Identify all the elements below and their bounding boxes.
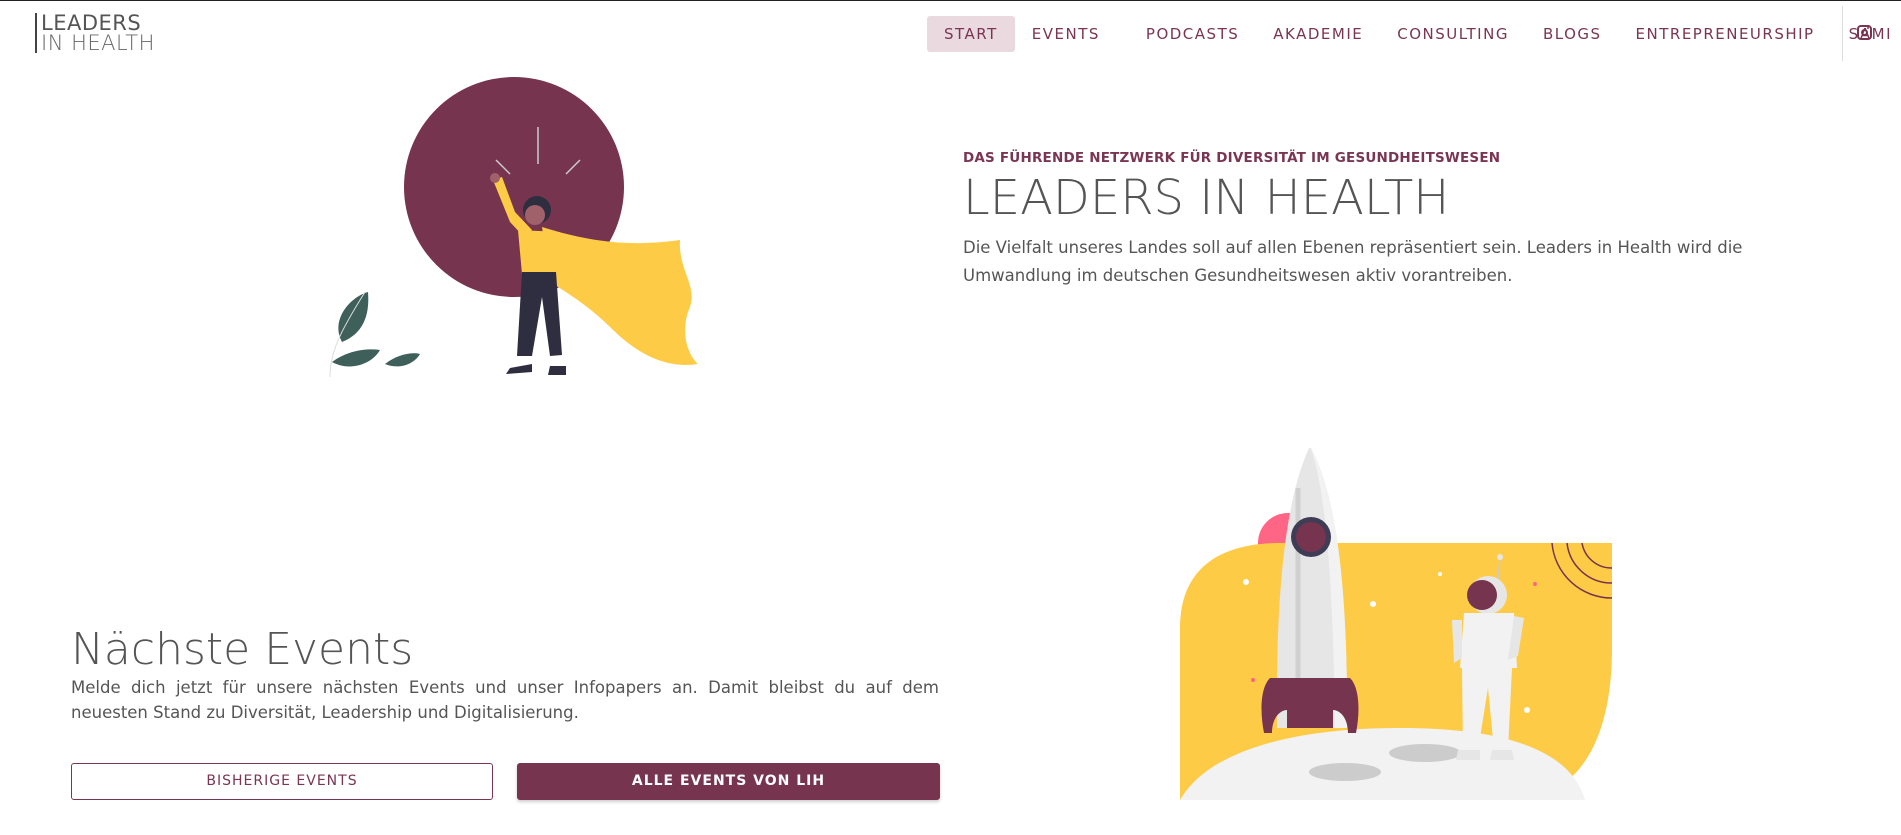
hero-eyebrow: DAS FÜHRENDE NETZWERK FÜR DIVERSITÄT IM … <box>963 150 1501 166</box>
nav-item-consulting[interactable]: CONSULTING <box>1380 16 1526 52</box>
site-logo[interactable]: LEADERS IN HEALTH <box>35 11 155 55</box>
rocket-astronaut-illustration <box>1180 448 1613 800</box>
top-border <box>0 0 1901 1</box>
nav-item-podcasts[interactable]: PODCASTS <box>1129 16 1256 52</box>
all-events-button[interactable]: ALLE EVENTS VON LIH <box>517 763 940 800</box>
nav-divider <box>1842 6 1843 61</box>
nav-item-akademie[interactable]: AKADEMIE <box>1256 16 1380 52</box>
logo-line2: IN HEALTH <box>41 31 155 55</box>
main-nav: START EVENTS PODCASTS AKADEMIE CONSULTIN… <box>927 15 1901 53</box>
superhero-illustration <box>329 77 698 378</box>
events-description: Melde dich jetzt für unsere nächsten Eve… <box>71 678 939 722</box>
nav-item-events[interactable]: EVENTS <box>1015 16 1117 52</box>
hero-description: Die Vielfalt unseres Landes soll auf all… <box>963 238 1743 285</box>
nav-item-blogs[interactable]: BLOGS <box>1526 16 1619 52</box>
past-events-button[interactable]: BISHERIGE EVENTS <box>71 763 493 800</box>
logo-line1: LEADERS <box>41 11 142 35</box>
events-title: Nächste Events <box>71 624 414 675</box>
hero-section: DAS FÜHRENDE NETZWERK FÜR DIVERSITÄT IM … <box>963 150 1833 290</box>
instagram-icon[interactable] <box>1857 25 1872 40</box>
hero-title: LEADERS IN HEALTH <box>963 170 1450 226</box>
nav-item-entrepreneurship[interactable]: ENTREPRENEURSHIP <box>1619 16 1832 52</box>
nav-item-start[interactable]: START <box>927 16 1015 52</box>
